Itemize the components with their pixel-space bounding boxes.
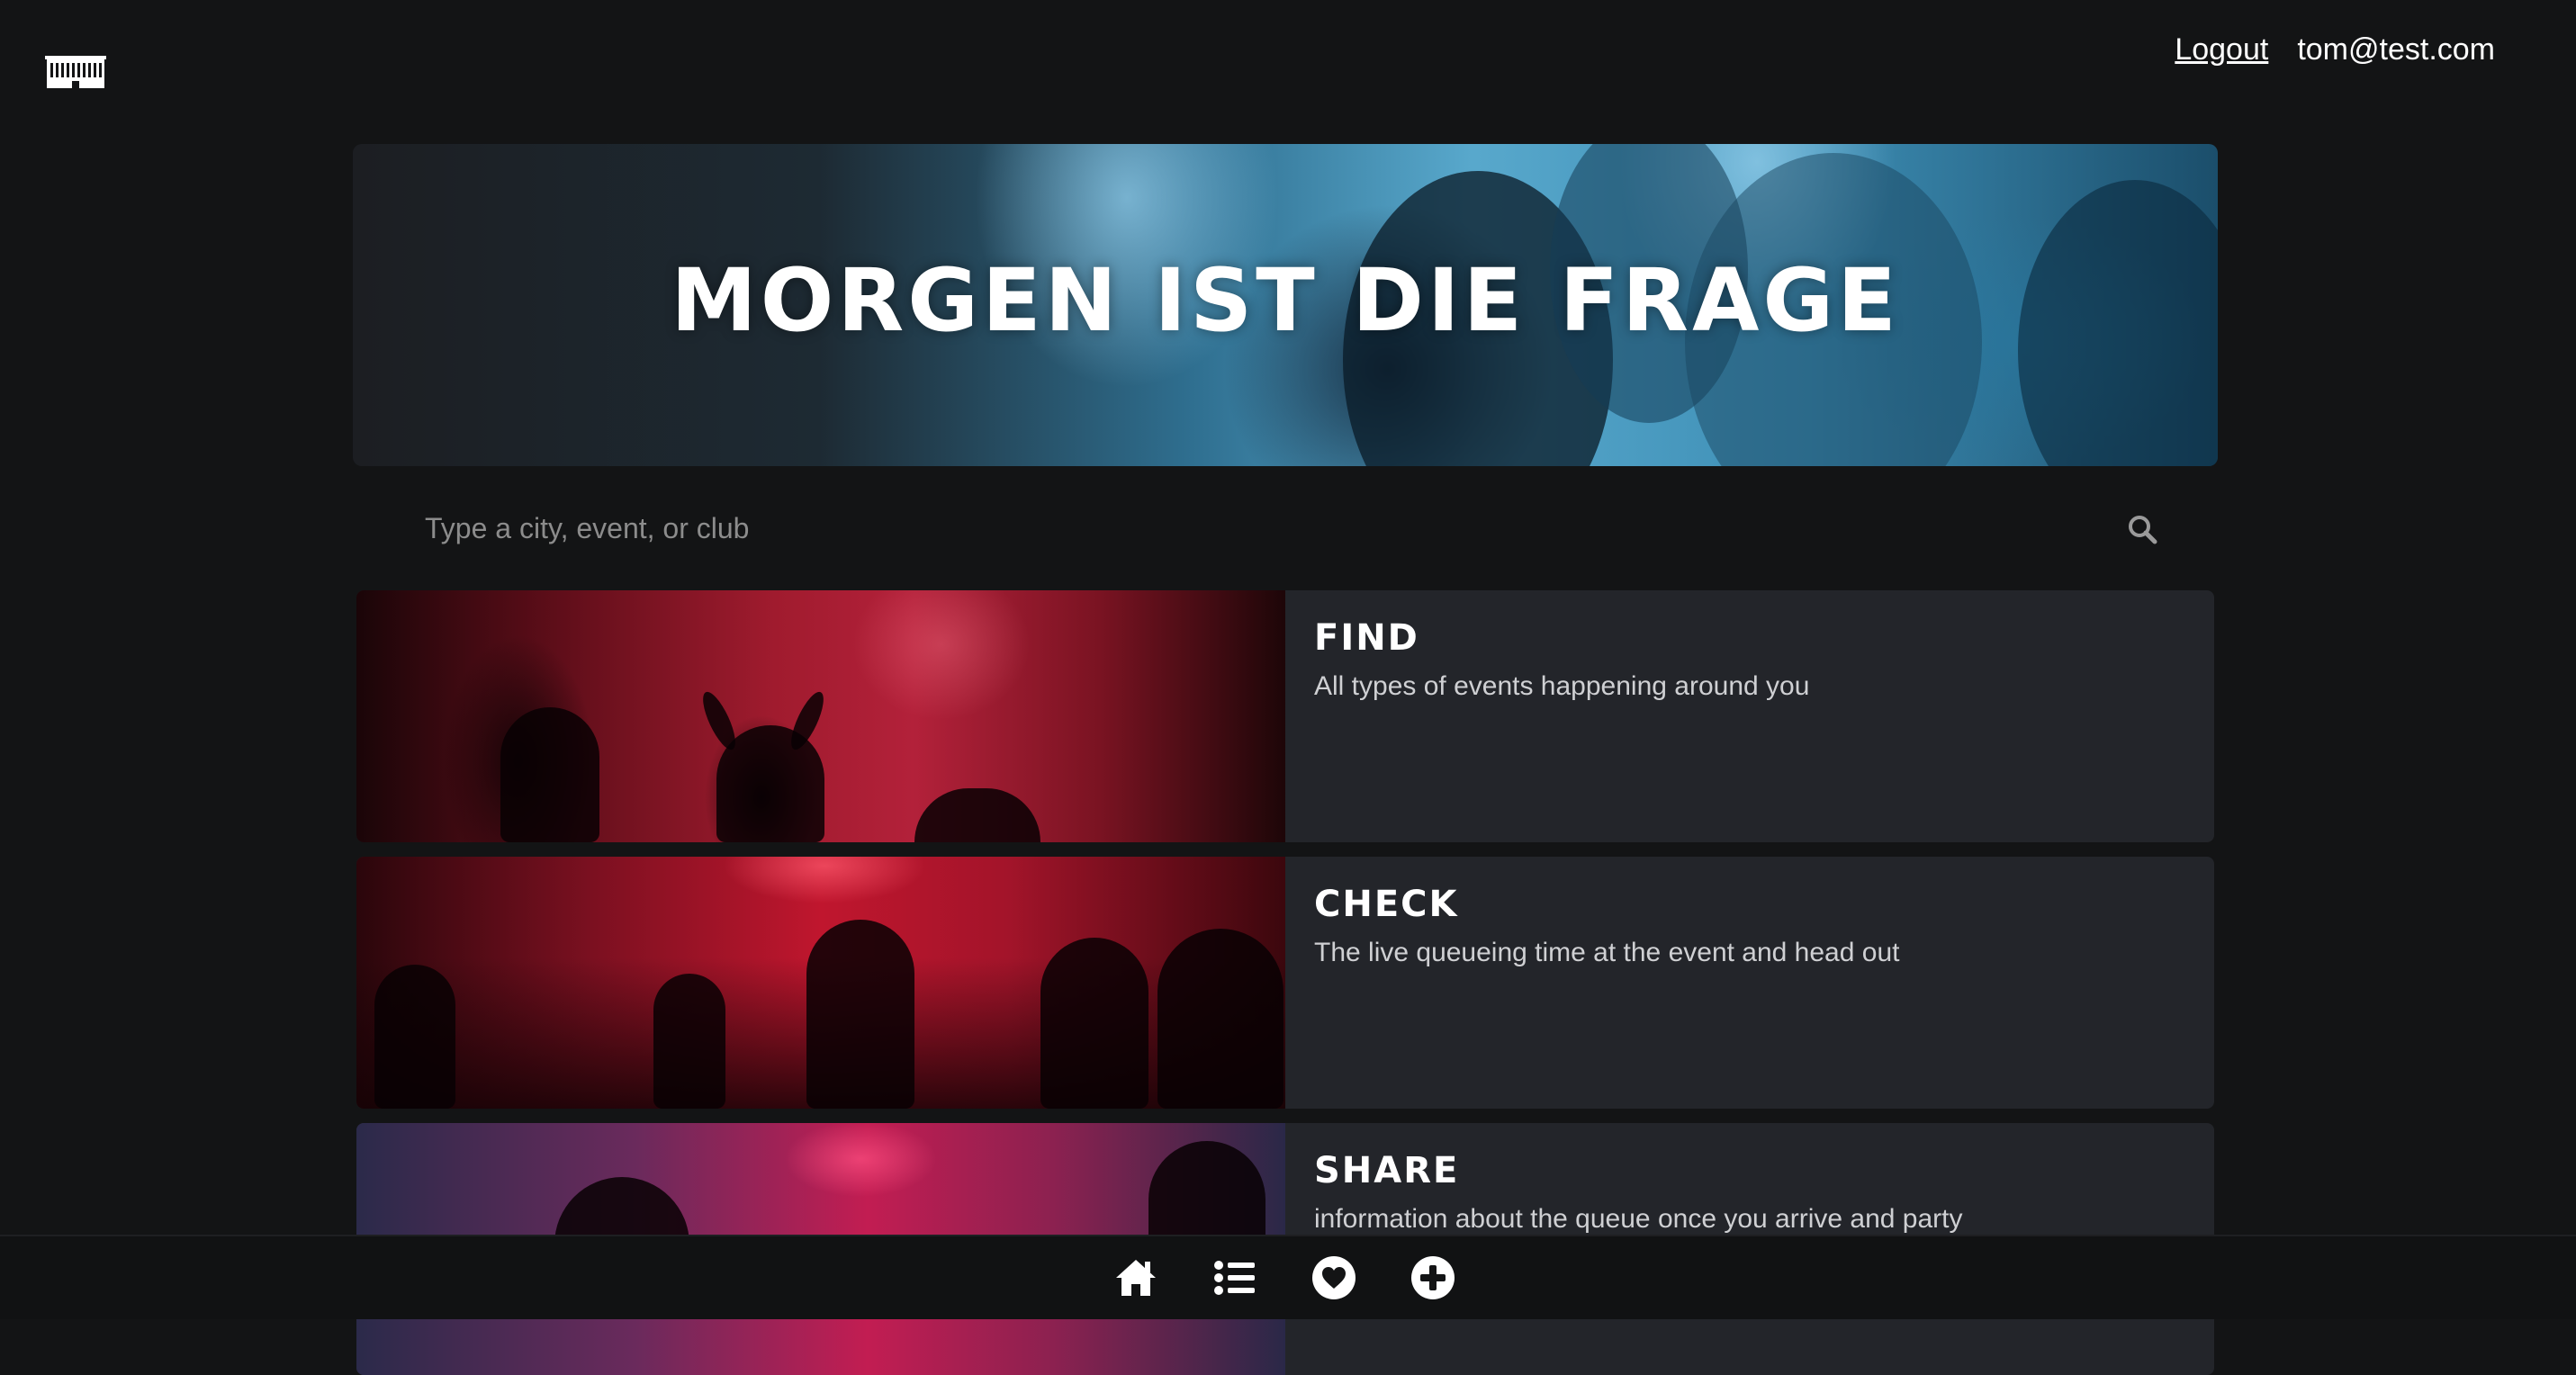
list-icon[interactable] (1211, 1254, 1258, 1301)
search-icon[interactable] (2126, 513, 2158, 545)
card-description: information about the queue once you arr… (1314, 1204, 2187, 1235)
card-title: CHECK (1314, 884, 2187, 925)
bottom-nav (0, 1235, 2576, 1319)
hero-banner: MORGEN IST DIE FRAGE (353, 144, 2218, 466)
top-bar: Logout tom@test.com (0, 0, 2576, 135)
card-description: All types of events happening around you (1314, 671, 2187, 702)
card-image (356, 590, 1285, 842)
card-image (356, 857, 1285, 1109)
club-building-icon[interactable] (43, 50, 108, 94)
hero-title: MORGEN IST DIE FRAGE (353, 250, 2218, 351)
card-body: SHARE information about the queue once y… (1314, 1150, 2187, 1235)
top-links: Logout tom@test.com (2175, 32, 2495, 67)
card-title: SHARE (1314, 1150, 2187, 1191)
feature-card-check[interactable]: CHECK The live queueing time at the even… (356, 857, 2214, 1109)
search-input[interactable] (423, 500, 2119, 556)
feature-card-find[interactable]: FIND All types of events happening aroun… (356, 590, 2214, 842)
home-icon[interactable] (1112, 1254, 1159, 1301)
card-body: CHECK The live queueing time at the even… (1314, 884, 2187, 968)
search-bar (378, 493, 2196, 565)
heart-icon[interactable] (1311, 1254, 1357, 1301)
card-description: The live queueing time at the event and … (1314, 938, 2187, 968)
user-email[interactable]: tom@test.com (2297, 32, 2495, 67)
card-title: FIND (1314, 617, 2187, 659)
logout-link[interactable]: Logout (2175, 32, 2268, 67)
card-body: FIND All types of events happening aroun… (1314, 617, 2187, 702)
bottom-nav-icons (1112, 1254, 1456, 1301)
plus-circle-icon[interactable] (1410, 1254, 1456, 1301)
